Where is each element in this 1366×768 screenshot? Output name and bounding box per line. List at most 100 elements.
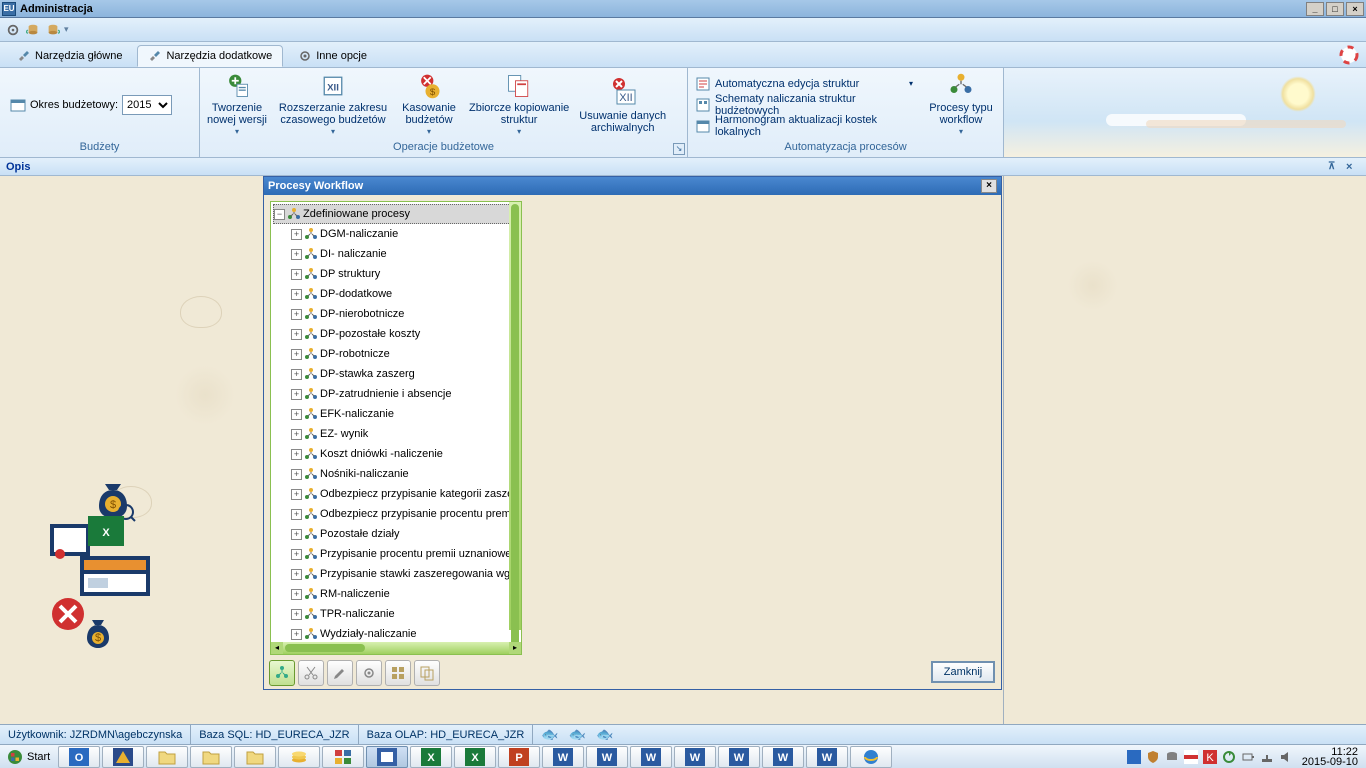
taskbar-word5-icon[interactable]: W bbox=[718, 746, 760, 768]
taskbar-word6-icon[interactable]: W bbox=[762, 746, 804, 768]
tray-power-icon[interactable] bbox=[1241, 750, 1255, 764]
taskbar-ie-icon[interactable] bbox=[850, 746, 892, 768]
taskbar-outlook-icon[interactable]: O bbox=[58, 746, 100, 768]
tree-item[interactable]: +TPR-naliczanie bbox=[273, 604, 519, 624]
tray-flag-icon[interactable] bbox=[1184, 750, 1198, 764]
help-lifesaver-icon[interactable] bbox=[1338, 44, 1360, 66]
taskbar-word4-icon[interactable]: W bbox=[674, 746, 716, 768]
tree-item[interactable]: +Koszt dniówki -naliczenie bbox=[273, 444, 519, 464]
workflow-close-button[interactable]: Zamknij bbox=[931, 661, 995, 683]
cube-schedule-button[interactable]: Harmonogram aktualizacji kostek lokalnyc… bbox=[690, 116, 918, 136]
tree-item[interactable]: +Odbezpiecz przypisanie procentu premii bbox=[273, 504, 519, 524]
vertical-splitter[interactable] bbox=[1003, 176, 1004, 724]
svg-text:W: W bbox=[690, 752, 701, 764]
tool-tree-view-icon[interactable] bbox=[269, 660, 295, 686]
taskbar: Start O X X P W W W W W W W K 11:22 2015… bbox=[0, 744, 1366, 768]
qat-db-left-icon[interactable] bbox=[24, 21, 42, 39]
taskbar-folder1-icon[interactable] bbox=[146, 746, 188, 768]
tray-volume-icon[interactable] bbox=[1279, 750, 1293, 764]
taskbar-word2-icon[interactable]: W bbox=[586, 746, 628, 768]
tree-item[interactable]: +DP-zatrudnienie i absencje bbox=[273, 384, 519, 404]
ribbon-decoration bbox=[1004, 68, 1366, 157]
vertical-scrollbar[interactable] bbox=[509, 202, 521, 630]
budget-period-label: Okres budżetowy: bbox=[30, 99, 118, 111]
tree-item[interactable]: +Przypisanie procentu premii uznaniowej bbox=[273, 544, 519, 564]
qat-dropdown-icon[interactable]: ▾ bbox=[64, 24, 68, 35]
tree-scroll-area[interactable]: −Zdefiniowane procesy+DGM-naliczanie+DI-… bbox=[271, 202, 521, 642]
taskbar-coins-icon[interactable] bbox=[278, 746, 320, 768]
tree-item[interactable]: +Nośniki-naliczanie bbox=[273, 464, 519, 484]
tree-item[interactable]: +DI- naliczanie bbox=[273, 244, 519, 264]
qat-db-right-icon[interactable] bbox=[44, 21, 62, 39]
delete-budgets-button[interactable]: $ Kasowaniebudżetów▾ bbox=[396, 71, 462, 139]
tray-db-icon[interactable] bbox=[1165, 750, 1179, 764]
taskbar-folder2-icon[interactable] bbox=[190, 746, 232, 768]
svg-text:O: O bbox=[75, 752, 84, 764]
tool-copy-icon[interactable] bbox=[414, 660, 440, 686]
budget-period-select[interactable]: 2015 bbox=[122, 95, 172, 115]
workflow-window-titlebar[interactable]: Procesy Workflow × bbox=[264, 177, 1001, 195]
bulk-copy-structures-button[interactable]: Zbiorcze kopiowaniestruktur▾ bbox=[466, 71, 572, 139]
dialog-launcher-icon[interactable]: ↘ bbox=[673, 143, 685, 155]
qat-gear-icon[interactable] bbox=[4, 21, 22, 39]
tree-item[interactable]: +DP struktury bbox=[273, 264, 519, 284]
hscroll-left-icon[interactable]: ◂ bbox=[271, 642, 283, 654]
tree-item[interactable]: +Wydziały-naliczanie bbox=[273, 624, 519, 642]
tray-kaspersky-icon[interactable]: K bbox=[1203, 750, 1217, 764]
tray-shield-icon[interactable] bbox=[1146, 750, 1160, 764]
taskbar-excel1-icon[interactable]: X bbox=[410, 746, 452, 768]
pin-icon[interactable]: ⊼ bbox=[1328, 161, 1342, 172]
workflow-close-icon[interactable]: × bbox=[981, 179, 997, 193]
tool-edit-icon[interactable] bbox=[327, 660, 353, 686]
auto-edit-structures-button[interactable]: Automatyczna edycja struktur▾ bbox=[690, 74, 918, 94]
close-button[interactable]: × bbox=[1346, 2, 1364, 16]
svg-text:XII: XII bbox=[327, 82, 339, 93]
tree-item[interactable]: +DGM-naliczanie bbox=[273, 224, 519, 244]
tool-grid-icon[interactable] bbox=[385, 660, 411, 686]
taskbar-word1-icon[interactable]: W bbox=[542, 746, 584, 768]
workflow-processes-button[interactable]: Procesy typuworkflow▾ bbox=[924, 71, 998, 139]
tree-item[interactable]: +EZ- wynik bbox=[273, 424, 519, 444]
tray-sync-icon[interactable] bbox=[1222, 750, 1236, 764]
horizontal-scrollbar[interactable] bbox=[283, 642, 509, 654]
tree-item[interactable]: +DP-pozostałe koszty bbox=[273, 324, 519, 344]
calendar-icon bbox=[10, 97, 26, 113]
create-new-version-button[interactable]: Tworzenienowej wersji▾ bbox=[204, 71, 270, 139]
panel-close-icon[interactable]: × bbox=[1346, 161, 1360, 173]
tree-item[interactable]: +Pozostałe działy bbox=[273, 524, 519, 544]
delete-archive-button[interactable]: XII Usuwanie danycharchiwalnych bbox=[576, 71, 669, 139]
tree-item[interactable]: +EFK-naliczanie bbox=[273, 404, 519, 424]
tree-item[interactable]: +RM-naliczenie bbox=[273, 584, 519, 604]
taskbar-word3-icon[interactable]: W bbox=[630, 746, 672, 768]
maximize-button[interactable]: □ bbox=[1326, 2, 1344, 16]
taskbar-app1-icon[interactable] bbox=[322, 746, 364, 768]
minimize-button[interactable]: _ bbox=[1306, 2, 1324, 16]
hscroll-right-icon[interactable]: ▸ bbox=[509, 642, 521, 654]
ribbon-tab-additional-tools[interactable]: Narzędzia dodatkowe bbox=[137, 45, 283, 67]
start-button[interactable]: Start bbox=[0, 746, 57, 768]
tool-scissors-icon[interactable] bbox=[298, 660, 324, 686]
taskbar-folder3-icon[interactable] bbox=[234, 746, 276, 768]
tree-item[interactable]: +Odbezpiecz przypisanie kategorii zaszer bbox=[273, 484, 519, 504]
taskbar-excel2-icon[interactable]: X bbox=[454, 746, 496, 768]
tree-item[interactable]: +DP-stawka zaszerg bbox=[273, 364, 519, 384]
ribbon-tab-other-options[interactable]: Inne opcje bbox=[287, 45, 378, 67]
taskbar-powerpoint-icon[interactable]: P bbox=[498, 746, 540, 768]
ribbon-tab-main-tools[interactable]: Narzędzia główne bbox=[6, 45, 133, 67]
tray-network-icon[interactable] bbox=[1260, 750, 1274, 764]
tool-gear-icon[interactable] bbox=[356, 660, 382, 686]
clock[interactable]: 11:22 2015-09-10 bbox=[1298, 747, 1362, 767]
fish-decoration: 🐟🐟🐟 bbox=[541, 726, 613, 743]
taskbar-app-current-icon[interactable] bbox=[366, 746, 408, 768]
tray-outlook-icon[interactable] bbox=[1127, 750, 1141, 764]
tree-item[interactable]: +Przypisanie stawki zaszeregowania wg l bbox=[273, 564, 519, 584]
tree-item[interactable]: +DP-dodatkowe bbox=[273, 284, 519, 304]
btn-label: Automatyczna edycja struktur bbox=[715, 78, 859, 90]
extend-time-range-button[interactable]: XII Rozszerzanie zakresuczasowego budżet… bbox=[274, 71, 392, 139]
tree-root-item[interactable]: −Zdefiniowane procesy bbox=[273, 204, 519, 224]
calc-schemes-button[interactable]: Schematy naliczania struktur budżetowych bbox=[690, 95, 918, 115]
tree-item[interactable]: +DP-nierobotnicze bbox=[273, 304, 519, 324]
tree-item[interactable]: +DP-robotnicze bbox=[273, 344, 519, 364]
taskbar-dynamics-icon[interactable] bbox=[102, 746, 144, 768]
taskbar-word7-icon[interactable]: W bbox=[806, 746, 848, 768]
